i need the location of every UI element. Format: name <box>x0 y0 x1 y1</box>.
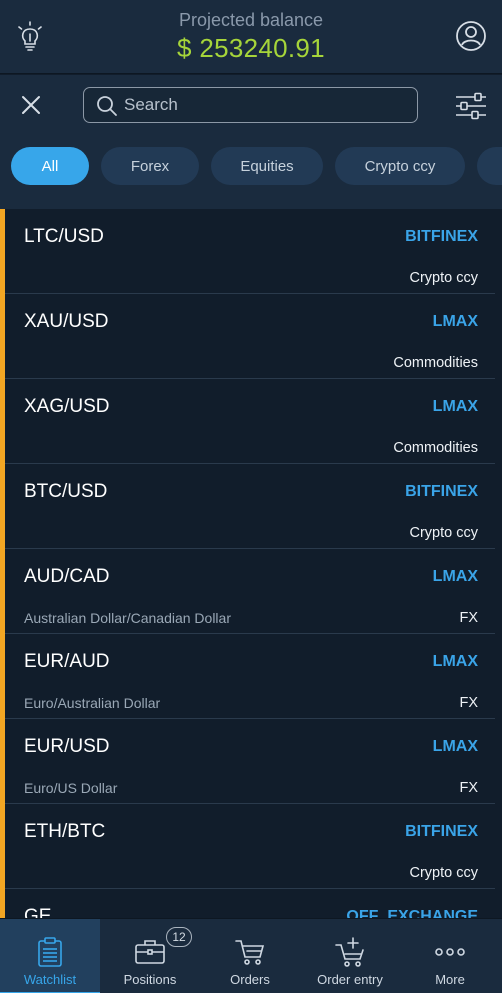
cart-add-icon <box>335 937 364 967</box>
filter-chip-more[interactable] <box>477 147 502 185</box>
instrument-symbol: XAG/USD <box>24 396 110 417</box>
instrument-symbol: EUR/USD <box>24 736 110 757</box>
instrument-asset-class: Commodities <box>393 440 478 456</box>
instrument-symbol: BTC/USD <box>24 481 108 502</box>
instrument-row[interactable]: EUR/AUD LMAX Euro/Australian Dollar FX <box>5 634 495 719</box>
instrument-symbol: GE <box>24 906 52 918</box>
instrument-asset-class: FX <box>459 695 478 711</box>
tab-label: Order entry <box>317 972 383 987</box>
instrument-description: Euro/Australian Dollar <box>24 695 161 711</box>
app-header: Projected balance $ 253240.91 <box>0 0 502 74</box>
instrument-exchange: LMAX <box>432 568 478 585</box>
tab-more[interactable]: More <box>400 919 500 993</box>
instrument-asset-class: Commodities <box>393 355 478 371</box>
positions-count-badge: 12 <box>166 927 192 947</box>
instrument-exchange: LMAX <box>432 313 478 330</box>
close-button[interactable] <box>18 92 44 118</box>
instrument-row[interactable]: BTC/USD BITFINEX Crypto ccy <box>5 464 495 549</box>
instrument-asset-class: FX <box>459 780 478 796</box>
sliders-icon <box>456 92 486 120</box>
clipboard-icon <box>38 937 62 967</box>
tab-label: More <box>435 972 465 987</box>
instrument-asset-class: Crypto ccy <box>409 525 479 541</box>
instrument-asset-class: Crypto ccy <box>409 270 479 286</box>
search-input[interactable] <box>124 88 404 121</box>
tab-watchlist[interactable]: Watchlist <box>0 919 100 993</box>
instrument-list: LTC/USD BITFINEX Crypto ccy XAU/USD LMAX… <box>0 209 502 918</box>
search-bar <box>0 75 502 135</box>
instrument-asset-class: FX <box>459 610 478 626</box>
tab-label: Watchlist <box>23 972 77 987</box>
instrument-exchange: BITFINEX <box>405 823 478 840</box>
projected-balance-value: $ 253240.91 <box>177 33 325 63</box>
close-icon <box>22 96 40 114</box>
instrument-description: Euro/US Dollar <box>24 780 118 796</box>
instrument-row[interactable]: AUD/CAD LMAX Australian Dollar/Canadian … <box>5 549 495 634</box>
instrument-row[interactable]: LTC/USD BITFINEX Crypto ccy <box>5 209 495 294</box>
more-dots-icon <box>435 948 465 956</box>
instrument-exchange: LMAX <box>432 653 478 670</box>
filter-settings-button[interactable] <box>455 92 487 120</box>
tab-orders[interactable]: Orders <box>200 919 300 993</box>
instrument-row[interactable]: XAG/USD LMAX Commodities <box>5 379 495 464</box>
instrument-exchange: LMAX <box>432 738 478 755</box>
instrument-symbol: ETH/BTC <box>24 821 106 842</box>
briefcase-icon <box>135 940 165 964</box>
instrument-row[interactable]: EUR/USD LMAX Euro/US Dollar FX <box>5 719 495 804</box>
tab-order-entry[interactable]: Order entry <box>300 919 400 993</box>
asset-class-filter-bar: All Forex Equities Crypto ccy <box>0 135 502 209</box>
bottom-tab-bar: Watchlist Positions 12 Orders Order entr… <box>0 918 502 993</box>
projected-balance-label: Projected balance <box>178 10 324 30</box>
instrument-symbol: AUD/CAD <box>24 566 110 587</box>
tab-label: Positions <box>123 972 177 987</box>
user-profile-icon[interactable] <box>455 19 487 53</box>
instrument-row[interactable]: GE OFF_EXCHANGE <box>5 889 495 918</box>
filter-chip-all[interactable]: All <box>11 147 89 185</box>
instrument-row[interactable]: XAU/USD LMAX Commodities <box>5 294 495 379</box>
instrument-exchange: BITFINEX <box>405 483 478 500</box>
instrument-symbol: LTC/USD <box>24 226 104 247</box>
filter-chip-forex[interactable]: Forex <box>101 147 199 185</box>
instrument-exchange: LMAX <box>432 398 478 415</box>
search-field[interactable] <box>83 87 418 123</box>
instrument-row[interactable]: ETH/BTC BITFINEX Crypto ccy <box>5 804 495 889</box>
cart-icon <box>235 940 265 965</box>
search-icon <box>97 96 117 116</box>
instrument-exchange: BITFINEX <box>405 228 478 245</box>
instrument-asset-class: Crypto ccy <box>409 865 479 881</box>
tab-label: Orders <box>230 972 270 987</box>
instrument-description: Australian Dollar/Canadian Dollar <box>24 610 231 626</box>
instrument-exchange: OFF_EXCHANGE <box>346 908 478 918</box>
instrument-symbol: XAU/USD <box>24 311 109 332</box>
filter-chip-equities[interactable]: Equities <box>211 147 323 185</box>
instrument-symbol: EUR/AUD <box>24 651 110 672</box>
filter-chip-crypto[interactable]: Crypto ccy <box>335 147 465 185</box>
